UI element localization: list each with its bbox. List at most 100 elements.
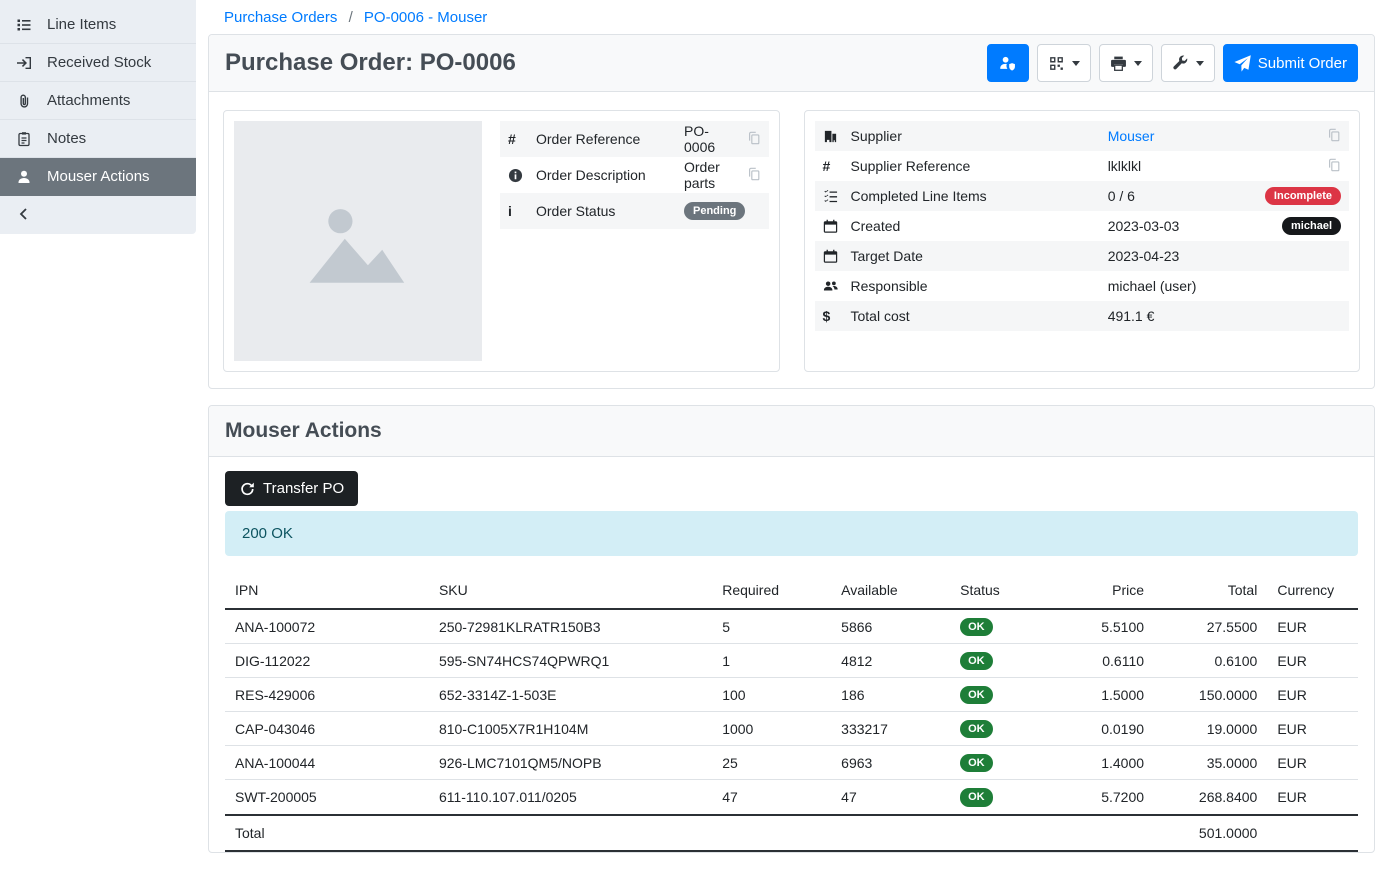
col-header-total: Total	[1154, 574, 1267, 609]
cell-ipn: ANA-100044	[225, 746, 429, 780]
cell-sku: 595-SN74HCS74QPWRQ1	[429, 644, 712, 678]
sidebar-collapse-button[interactable]	[0, 196, 196, 234]
copy-icon[interactable]	[1327, 128, 1341, 145]
cell-sku: 611-110.107.011/0205	[429, 780, 712, 815]
ok-badge: OK	[960, 686, 993, 704]
line-items-table: IPN SKU Required Available Status Price …	[225, 574, 1358, 852]
footer-total-value: 501.0000	[1154, 815, 1267, 851]
supplier-info-card: Supplier Mouser # Supplier Reference lkl	[804, 110, 1361, 372]
detail-label: Target Date	[851, 248, 1108, 264]
cell-required: 1	[712, 644, 831, 678]
breadcrumb-separator: /	[349, 9, 353, 26]
cell-sku: 250-72981KLRATR150B3	[429, 609, 712, 644]
detail-label: Order Status	[536, 203, 684, 219]
list-check-icon	[823, 189, 851, 204]
ok-badge: OK	[960, 618, 993, 636]
user-shield-icon	[999, 55, 1016, 72]
send-icon	[1234, 55, 1251, 72]
col-header-sku: SKU	[429, 574, 712, 609]
detail-row-responsible: Responsible michael (user)	[815, 271, 1350, 301]
order-info-card: # Order Reference PO-0006	[223, 110, 780, 372]
page-title: Purchase Order: PO-0006	[225, 49, 516, 77]
hash-icon: #	[823, 158, 851, 174]
sidebar-item-notes[interactable]: Notes	[0, 120, 196, 158]
col-header-required: Required	[712, 574, 831, 609]
cell-price: 0.6110	[1063, 644, 1154, 678]
copy-icon[interactable]	[747, 131, 761, 148]
col-header-currency: Currency	[1267, 574, 1358, 609]
submit-order-label: Submit Order	[1258, 55, 1347, 72]
sidebar-item-mouser-actions[interactable]: Mouser Actions	[0, 158, 196, 196]
detail-label: Supplier Reference	[851, 158, 1108, 174]
table-row: ANA-100072 250-72981KLRATR150B3 5 5866 O…	[225, 609, 1358, 644]
order-description-value: Order parts	[684, 159, 739, 191]
sidebar-item-attachments[interactable]: Attachments	[0, 82, 196, 120]
print-actions-dropdown[interactable]	[1099, 44, 1153, 82]
cell-available: 6963	[831, 746, 950, 780]
cell-ipn: ANA-100072	[225, 609, 429, 644]
copy-icon[interactable]	[1327, 158, 1341, 175]
dollar-icon: $	[823, 308, 851, 324]
calendar-icon	[823, 249, 851, 264]
cell-total: 150.0000	[1154, 678, 1267, 712]
col-header-available: Available	[831, 574, 950, 609]
created-user-badge: michael	[1282, 217, 1341, 235]
order-toolbar: Submit Order	[987, 44, 1358, 82]
detail-row-total-cost: $ Total cost 491.1 €	[815, 301, 1350, 331]
breadcrumb-link-purchase-orders[interactable]: Purchase Orders	[224, 9, 337, 26]
cell-total: 0.6100	[1154, 644, 1267, 678]
qr-code-icon	[1048, 55, 1065, 72]
mouser-actions-panel: Mouser Actions Transfer PO 200 OK	[208, 405, 1375, 853]
detail-label: Order Reference	[536, 131, 684, 147]
breadcrumb-link-current-order[interactable]: PO-0006 - Mouser	[364, 9, 487, 26]
detail-row-supplier-reference: # Supplier Reference lklklkl	[815, 151, 1350, 181]
table-row: ANA-100044 926-LMC7101QM5/NOPB 25 6963 O…	[225, 746, 1358, 780]
purchase-order-panel: Purchase Order: PO-0006	[208, 34, 1375, 389]
responsible-value: michael (user)	[1108, 278, 1197, 294]
mouser-actions-body: Transfer PO 200 OK IPN SKU Required Avai…	[209, 457, 1374, 852]
cell-currency: EUR	[1267, 678, 1358, 712]
sidebar-item-label: Line Items	[47, 16, 116, 33]
order-actions-dropdown[interactable]	[1161, 44, 1215, 82]
cell-total: 27.5500	[1154, 609, 1267, 644]
sidebar-item-line-items[interactable]: Line Items	[0, 6, 196, 44]
table-footer-row: Total 501.0000	[225, 815, 1358, 851]
building-icon	[823, 129, 851, 144]
cell-status: OK	[950, 678, 1063, 712]
ok-badge: OK	[960, 754, 993, 772]
sign-in-icon	[16, 55, 32, 71]
detail-label: Created	[851, 218, 1108, 234]
created-date-value: 2023-03-03	[1108, 218, 1180, 234]
user-admin-button[interactable]	[987, 44, 1029, 82]
cell-available: 333217	[831, 712, 950, 746]
barcode-actions-dropdown[interactable]	[1037, 44, 1091, 82]
copy-icon[interactable]	[747, 167, 761, 184]
submit-order-button[interactable]: Submit Order	[1223, 44, 1358, 82]
detail-row-order-reference: # Order Reference PO-0006	[500, 121, 769, 157]
sidebar-item-received-stock[interactable]: Received Stock	[0, 44, 196, 82]
chevron-down-icon	[1072, 61, 1080, 66]
purchase-order-header: Purchase Order: PO-0006	[209, 35, 1374, 92]
table-row: SWT-200005 611-110.107.011/0205 47 47 OK…	[225, 780, 1358, 815]
wrench-icon	[1172, 55, 1189, 72]
refresh-icon	[239, 481, 255, 497]
printer-icon	[1110, 55, 1127, 72]
detail-row-order-status: i Order Status Pending	[500, 193, 769, 229]
cell-required: 5	[712, 609, 831, 644]
info-circle-icon	[508, 168, 536, 183]
cell-sku: 926-LMC7101QM5/NOPB	[429, 746, 712, 780]
supplier-link[interactable]: Mouser	[1108, 128, 1155, 144]
chevron-down-icon	[1134, 61, 1142, 66]
status-alert: 200 OK	[225, 511, 1358, 556]
cell-currency: EUR	[1267, 609, 1358, 644]
cell-required: 1000	[712, 712, 831, 746]
transfer-po-label: Transfer PO	[263, 480, 344, 497]
list-icon	[16, 17, 32, 33]
transfer-po-button[interactable]: Transfer PO	[225, 471, 358, 506]
footer-total-label: Total	[225, 815, 429, 851]
cell-currency: EUR	[1267, 644, 1358, 678]
order-image-placeholder[interactable]	[234, 121, 482, 361]
cell-required: 25	[712, 746, 831, 780]
cell-ipn: DIG-112022	[225, 644, 429, 678]
cell-status: OK	[950, 712, 1063, 746]
